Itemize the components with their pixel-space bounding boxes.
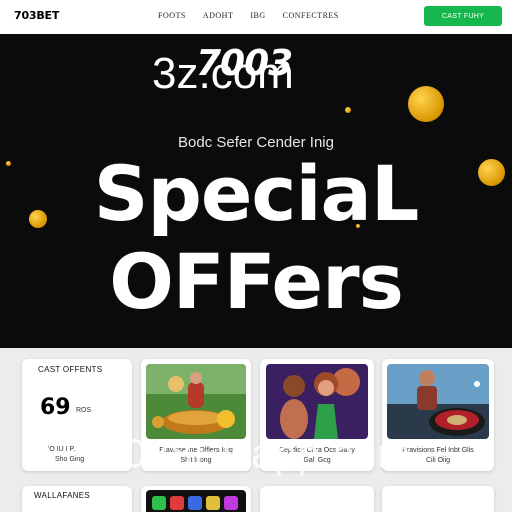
- card-title: CAST OFFENTS: [38, 365, 103, 374]
- nav-item-2[interactable]: ADOHT: [203, 11, 234, 20]
- coin-icon: [345, 107, 351, 113]
- offer-card-5[interactable]: WALLAFANES: [22, 486, 132, 512]
- offer-card-4[interactable]: Pravisions Fel Inbt Glis Cili Oiig: [382, 359, 494, 471]
- cta-button[interactable]: CAST FUHY: [424, 6, 502, 26]
- offer-card-cash[interactable]: CAST OFFENTS 69 ROS 'O IU I P. Sho Ging: [22, 359, 132, 471]
- slot-game-image: [146, 364, 246, 439]
- card-caption-2: Cili Oiig: [425, 457, 451, 464]
- headline-offers: OFFers: [109, 237, 404, 326]
- headline-special: SpeciaL: [93, 149, 420, 238]
- main-nav: FOOTS ADOHT IBG CONFECTRES: [158, 11, 339, 20]
- site-logo[interactable]: 703BET: [14, 9, 59, 22]
- card-title: WALLAFANES: [34, 491, 91, 500]
- coin-icon: [408, 86, 444, 122]
- offer-card-8[interactable]: [382, 486, 494, 512]
- top-header: 703BET FOOTS ADOHT IBG CONFECTRES CAST F…: [0, 0, 512, 34]
- offer-card-7[interactable]: [260, 486, 374, 512]
- offer-card-3[interactable]: Cepdice Chra Ocs Gaay Gall Gcg: [260, 359, 374, 471]
- card-caption-2: Gall Gcg: [303, 457, 331, 464]
- card-caption-2: Shit lnong: [180, 457, 212, 464]
- card-line-1: 'O IU I P.: [48, 446, 76, 453]
- hero-banner: 3z.com 7003 Bodc Sefer Cender Inig Speci…: [0, 34, 512, 348]
- card-amount-suffix: ROS: [76, 407, 92, 414]
- offers-grid: CAST OFFENTS 69 ROS 'O IU I P. Sho Ging …: [0, 348, 512, 512]
- nav-item-4[interactable]: CONFECTRES: [283, 11, 339, 20]
- roulette-image: [387, 364, 489, 439]
- offer-card-6[interactable]: [141, 486, 251, 512]
- card-caption: Fravisse Ine Olflers Iqig: [159, 447, 233, 454]
- card-line-2: Sho Ging: [55, 456, 85, 463]
- slot-reels-image: [146, 490, 246, 512]
- card-caption: Pravisions Fel Inbt Glis: [402, 447, 474, 454]
- card-amount: 69: [40, 395, 71, 420]
- game-character-image: [266, 364, 368, 439]
- card-caption: Cepdice Chra Ocs Gaay: [279, 447, 355, 454]
- nav-item-1[interactable]: FOOTS: [158, 11, 186, 20]
- nav-item-3[interactable]: IBG: [250, 11, 265, 20]
- hero-logo: 7003: [196, 43, 293, 84]
- offer-card-2[interactable]: Fravisse Ine Olflers Iqig Shit lnong: [141, 359, 251, 471]
